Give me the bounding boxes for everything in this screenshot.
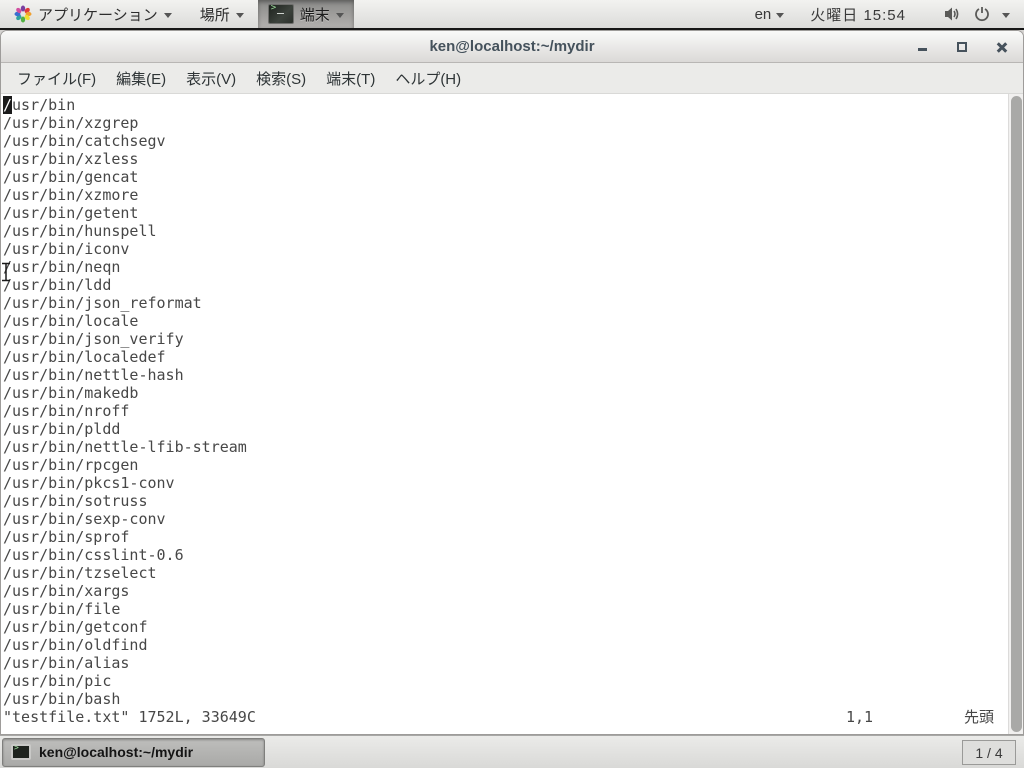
active-app-menu-label: 端末 [300,4,330,25]
chevron-down-icon[interactable] [1002,13,1010,18]
minimize-button[interactable] [915,40,929,54]
terminal-line: /usr/bin/getent [3,204,1007,222]
terminal-line: /usr/bin/oldfind [3,636,1007,654]
terminal-line: /usr/bin/pkcs1-conv [3,474,1007,492]
terminal-line: /usr/bin/json_reformat [3,294,1007,312]
terminal-line: /usr/bin/xzgrep [3,114,1007,132]
terminal-line: /usr/bin/neqn [3,258,1007,276]
terminal-line: /usr/bin/catchsegv [3,132,1007,150]
menu-item-1[interactable]: 編集(E) [106,64,176,93]
applications-menu-label: アプリケーション [38,4,158,25]
maximize-button[interactable] [955,40,969,54]
terminal-line: /usr/bin/hunspell [3,222,1007,240]
terminal-icon [268,4,294,24]
terminal-line: /usr/bin/sexp-conv [3,510,1007,528]
terminal-window: ken@localhost:~/mydir ファイル(F)編集(E)表示(V)検… [0,30,1024,735]
mouse-ibeam-cursor [1,262,11,282]
taskbar: ken@localhost:~/mydir 1 / 4 [0,735,1024,768]
menubar: ファイル(F)編集(E)表示(V)検索(S)端末(T)ヘルプ(H) [1,63,1023,94]
close-icon [996,41,1008,53]
vim-status-line: "testfile.txt" 1752L, 33649C 1,1 先頭 [3,708,1007,726]
terminal-line: /usr/bin/csslint-0.6 [3,546,1007,564]
chevron-down-icon [236,13,244,18]
chevron-down-icon [776,13,784,18]
terminal-line: /usr/bin/sotruss [3,492,1007,510]
terminal-line: /usr/bin/alias [3,654,1007,672]
keyboard-layout-indicator[interactable]: en [743,0,797,28]
scrollbar-thumb[interactable] [1011,96,1022,732]
places-menu-label: 場所 [200,4,230,25]
vim-cursor: / [3,96,12,114]
menu-item-0[interactable]: ファイル(F) [7,64,106,93]
menu-item-4[interactable]: 端末(T) [316,64,385,93]
terminal-line: /usr/bin [3,96,1007,114]
terminal-line: /usr/bin/makedb [3,384,1007,402]
terminal-line: /usr/bin/nroff [3,402,1007,420]
terminal-line: /usr/bin/xzmore [3,186,1007,204]
power-icon[interactable] [974,6,990,22]
menu-item-3[interactable]: 検索(S) [246,64,316,93]
keyboard-layout-label: en [755,6,772,23]
window-title: ken@localhost:~/mydir [429,38,594,55]
distro-logo-icon [14,5,32,23]
terminal-line: /usr/bin/rpcgen [3,456,1007,474]
maximize-icon [957,42,967,52]
terminal-text: /usr/bin/usr/bin/xzgrep/usr/bin/catchseg… [3,96,1007,734]
terminal-line: /usr/bin/gencat [3,168,1007,186]
menu-item-5[interactable]: ヘルプ(H) [385,64,471,93]
workspace-switcher[interactable]: 1 / 4 [962,740,1016,765]
terminal-line: /usr/bin/ldd [3,276,1007,294]
terminal-icon [11,744,31,760]
scrollbar[interactable] [1008,94,1023,734]
vim-cursor-position: 1,1 [846,708,873,726]
taskbar-window-button[interactable]: ken@localhost:~/mydir [2,738,265,767]
terminal-line: /usr/bin/bash [3,690,1007,708]
taskbar-window-label: ken@localhost:~/mydir [39,744,193,760]
titlebar[interactable]: ken@localhost:~/mydir [1,31,1023,63]
terminal-line: /usr/bin/file [3,600,1007,618]
minimize-icon [918,48,927,51]
chevron-down-icon [336,13,344,18]
vim-status-file-info: "testfile.txt" 1752L, 33649C [3,708,256,726]
clock[interactable]: 火曜日 15:54 [796,4,920,25]
terminal-line: /usr/bin/getconf [3,618,1007,636]
volume-icon[interactable] [944,6,962,22]
terminal-line: /usr/bin/nettle-lfib-stream [3,438,1007,456]
terminal-line: /usr/bin/json_verify [3,330,1007,348]
terminal-line: /usr/bin/nettle-hash [3,366,1007,384]
terminal-line: /usr/bin/localedef [3,348,1007,366]
terminal-line: /usr/bin/tzselect [3,564,1007,582]
menu-item-2[interactable]: 表示(V) [176,64,246,93]
terminal-line: /usr/bin/xargs [3,582,1007,600]
terminal-line: /usr/bin/iconv [3,240,1007,258]
terminal-line: /usr/bin/pic [3,672,1007,690]
chevron-down-icon [164,13,172,18]
active-app-menu[interactable]: 端末 [258,0,354,28]
terminal-content[interactable]: /usr/bin/usr/bin/xzgrep/usr/bin/catchseg… [1,94,1023,734]
terminal-line: /usr/bin/locale [3,312,1007,330]
places-menu[interactable]: 場所 [186,0,258,28]
close-button[interactable] [995,40,1009,54]
applications-menu[interactable]: アプリケーション [0,0,186,28]
top-panel: アプリケーション 場所 端末 en 火曜日 15:54 [0,0,1024,30]
terminal-line: /usr/bin/xzless [3,150,1007,168]
terminal-line: /usr/bin/sprof [3,528,1007,546]
terminal-line: /usr/bin/pldd [3,420,1007,438]
vim-scroll-indicator: 先頭 [964,708,994,726]
